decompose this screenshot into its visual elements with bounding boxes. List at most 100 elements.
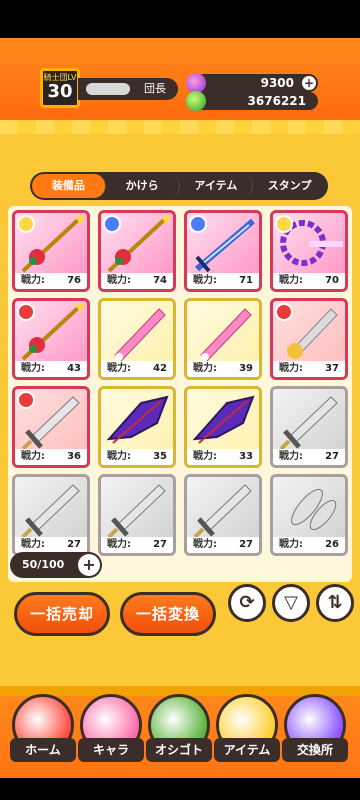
equipment-card[interactable]: 戦力: 71 (184, 210, 262, 292)
equipment-card[interactable]: 戦力: 27 (98, 474, 176, 556)
level-value: 30 (47, 81, 73, 102)
power-value: 27 (67, 539, 81, 550)
power-value: 27 (325, 451, 339, 462)
power-label: 戦力: (21, 451, 45, 462)
coin-icon (186, 91, 206, 111)
equipment-card[interactable]: 戦力: 27 (184, 474, 262, 556)
nav-chara[interactable]: キャラ (78, 738, 144, 762)
power-label: 戦力: (21, 539, 45, 550)
equipment-card[interactable]: 戦力: 39 (184, 298, 262, 380)
inventory-tabs: 装備品 かけら アイテム スタンプ (30, 172, 328, 200)
owner-avatar (189, 215, 207, 233)
power-value: 35 (153, 451, 167, 462)
power-value: 33 (239, 451, 253, 462)
status-bar (0, 0, 360, 38)
power-value: 70 (325, 275, 339, 286)
equipment-card[interactable]: 戦力: 42 (98, 298, 176, 380)
weapon-icon (21, 484, 80, 539)
power-bar: 戦力: 27 (273, 449, 345, 465)
equipment-card[interactable]: 戦力: 74 (98, 210, 176, 292)
refresh-icon: ⟳ (239, 592, 255, 613)
equipment-card[interactable]: 戦力: 27 (12, 474, 90, 556)
power-bar: 戦力: 35 (101, 449, 173, 465)
power-label: 戦力: (193, 539, 217, 550)
system-nav-bar (0, 778, 360, 800)
sort-button[interactable]: ⇅ (316, 584, 354, 622)
power-label: 戦力: (279, 275, 303, 286)
power-bar: 戦力: 37 (273, 361, 345, 377)
refresh-button[interactable]: ⟳ (228, 584, 266, 622)
power-label: 戦力: (21, 363, 45, 374)
owner-avatar (103, 215, 121, 233)
owner-avatar (17, 303, 35, 321)
power-bar: 戦力: 27 (101, 537, 173, 553)
sort-icon: ⇅ (327, 592, 343, 613)
power-bar: 戦力: 43 (15, 361, 87, 377)
power-bar: 戦力: 26 (273, 537, 345, 553)
owner-avatar (17, 215, 35, 233)
equipment-card[interactable]: 戦力: 43 (12, 298, 90, 380)
equipment-card[interactable]: 戦力: 70 (270, 210, 348, 292)
player-role: 団長 (144, 82, 166, 95)
filter-button[interactable]: ▽ (272, 584, 310, 622)
power-label: 戦力: (21, 275, 45, 286)
power-value: 26 (325, 539, 339, 550)
power-value: 43 (67, 363, 81, 374)
equipment-card[interactable]: 戦力: 37 (270, 298, 348, 380)
player-name-redacted (86, 83, 130, 95)
power-value: 42 (153, 363, 167, 374)
convert-all-button[interactable]: 一括変換 (120, 592, 216, 636)
power-bar: 戦力: 27 (15, 537, 87, 553)
power-bar: 戦力: 76 (15, 273, 87, 289)
nav-item[interactable]: アイテム (214, 738, 280, 762)
expand-capacity-button[interactable]: + (78, 554, 100, 576)
nav-work[interactable]: オシゴト (146, 738, 212, 762)
equipment-card[interactable]: 戦力: 33 (184, 386, 262, 468)
power-bar: 戦力: 74 (101, 273, 173, 289)
sell-all-button[interactable]: 一括売却 (14, 592, 110, 636)
equipment-card[interactable]: 戦力: 26 (270, 474, 348, 556)
power-value: 74 (153, 275, 167, 286)
owner-avatar (17, 391, 35, 409)
power-bar: 戦力: 27 (187, 537, 259, 553)
power-label: 戦力: (279, 451, 303, 462)
tab-stamps[interactable]: スタンプ (253, 174, 326, 198)
gem-amount: 9300 (260, 76, 294, 90)
power-bar: 戦力: 33 (187, 449, 259, 465)
weapon-icon (106, 395, 169, 444)
nav-home[interactable]: ホーム (10, 738, 76, 762)
player-name-plate[interactable]: 団長 (78, 78, 178, 100)
item-grid: 戦力: 76 戦力: 74 戦力: 71 戦力: 70 戦力: 43 戦力: 42 戦力: 39 戦力: 37… (8, 206, 352, 582)
weapon-icon (107, 484, 166, 539)
equipment-card[interactable]: 戦力: 76 (12, 210, 90, 292)
weapon-icon (291, 488, 337, 531)
power-value: 71 (239, 275, 253, 286)
power-value: 76 (67, 275, 81, 286)
nav-exchange[interactable]: 交換所 (282, 738, 348, 762)
power-label: 戦力: (107, 363, 131, 374)
power-value: 27 (153, 539, 167, 550)
power-bar: 戦力: 70 (273, 273, 345, 289)
add-gem-button[interactable]: + (302, 76, 316, 90)
tab-fragments[interactable]: かけら (106, 174, 180, 198)
equipment-card[interactable]: 戦力: 36 (12, 386, 90, 468)
knight-level-badge: 騎士団LV 30 (40, 68, 80, 108)
equipment-card[interactable]: 戦力: 27 (270, 386, 348, 468)
inventory-capacity: 50/100 + (10, 552, 102, 578)
power-value: 39 (239, 363, 253, 374)
weapon-icon (200, 308, 252, 362)
gem-counter: 9300 + (186, 73, 318, 93)
power-value: 36 (67, 451, 81, 462)
tab-equipment[interactable]: 装備品 (32, 174, 106, 198)
capacity-value: 50/100 (22, 558, 65, 571)
power-label: 戦力: (107, 275, 131, 286)
weapon-icon (279, 396, 338, 451)
power-value: 27 (239, 539, 253, 550)
power-value: 37 (325, 363, 339, 374)
coin-amount: 3676221 (247, 94, 306, 108)
equipment-card[interactable]: 戦力: 35 (98, 386, 176, 468)
owner-avatar (275, 303, 293, 321)
power-label: 戦力: (107, 539, 131, 550)
tab-items[interactable]: アイテム (180, 174, 254, 198)
power-label: 戦力: (193, 363, 217, 374)
